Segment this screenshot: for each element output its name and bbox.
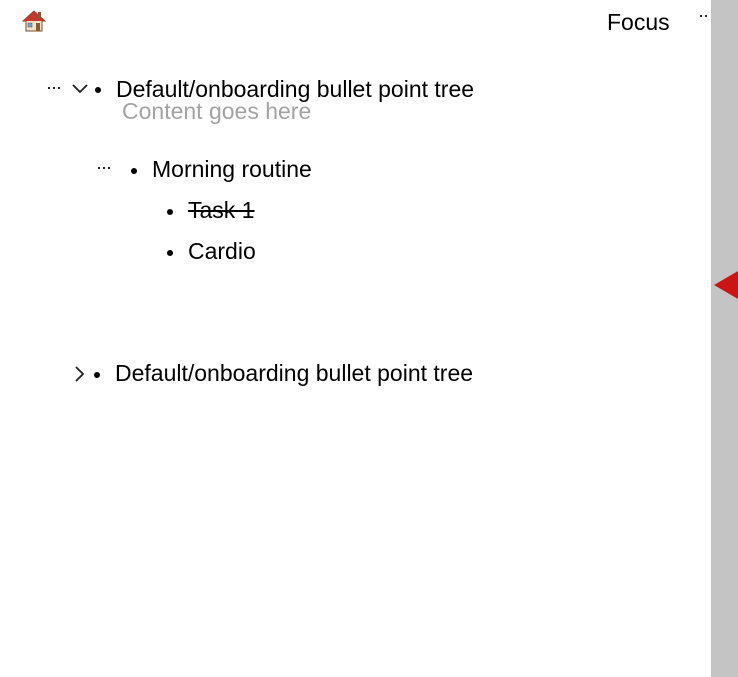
focus-button[interactable]: Focus xyxy=(607,8,670,36)
bullet-icon xyxy=(131,168,137,174)
node-more-icon[interactable]: ··· xyxy=(96,158,112,176)
bullet-icon xyxy=(167,250,173,256)
chevron-right-icon[interactable] xyxy=(71,365,89,383)
list-item-done[interactable]: Task 1 xyxy=(188,196,254,224)
bullet-icon xyxy=(167,209,173,215)
list-item[interactable]: Cardio xyxy=(188,237,256,265)
bullet-icon xyxy=(95,87,101,93)
chevron-down-icon[interactable] xyxy=(71,80,89,98)
scroll-marker-icon[interactable] xyxy=(714,271,738,299)
more-options-icon[interactable]: ·· xyxy=(698,6,709,24)
node-title[interactable]: Morning routine xyxy=(152,155,312,183)
bullet-icon xyxy=(94,372,100,378)
scrollbar[interactable] xyxy=(711,0,738,677)
content-placeholder[interactable]: Content goes here xyxy=(122,97,311,125)
node-more-icon[interactable]: ··· xyxy=(46,78,62,96)
node-title[interactable]: Default/onboarding bullet point tree xyxy=(115,359,473,387)
home-icon[interactable] xyxy=(21,9,47,33)
